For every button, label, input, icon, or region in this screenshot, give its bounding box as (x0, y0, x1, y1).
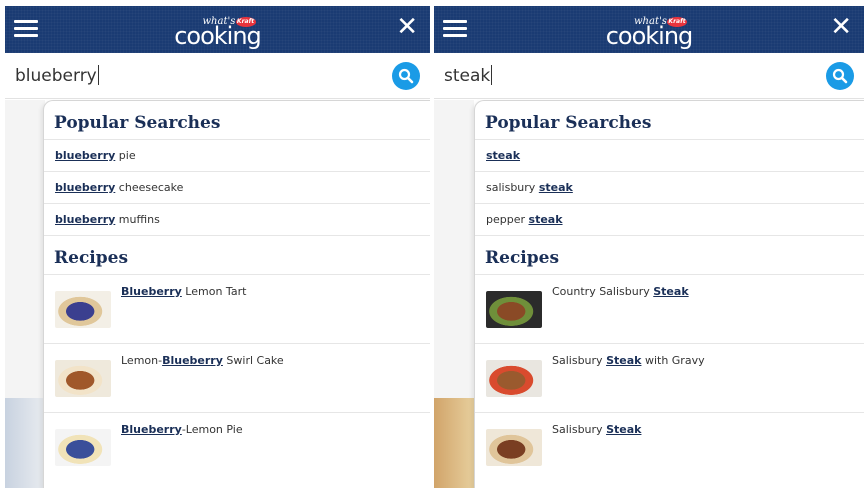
popular-searches-title: Popular Searches (54, 113, 221, 133)
popular-searches-title: Popular Searches (485, 113, 652, 133)
recipe-title[interactable]: Salisbury Steak with Gravy (552, 354, 705, 367)
text-after: Lemon Tart (181, 285, 247, 298)
highlight-match: Blueberry (162, 354, 223, 367)
text-after: muffins (115, 213, 160, 226)
text-before: Salisbury (552, 423, 607, 436)
site-header: what's Kraft cooking ✕ (434, 6, 864, 53)
highlight-match: steak (538, 181, 573, 194)
recipe-item[interactable]: Salisbury Steak (475, 412, 864, 481)
text-after: -Lemon Pie (181, 423, 243, 436)
recipe-item[interactable]: Blueberry-Lemon Pie (44, 412, 430, 481)
recipe-title[interactable]: Salisbury Steak (552, 423, 641, 436)
search-icon[interactable] (392, 62, 420, 90)
recipe-thumbnail[interactable] (486, 360, 542, 397)
logo-cooking: cooking (605, 22, 694, 50)
search-input[interactable]: blueberry (15, 65, 99, 86)
recipe-item[interactable]: Blueberry Lemon Tart (44, 274, 430, 343)
recipe-title[interactable]: Blueberry-Lemon Pie (121, 423, 243, 436)
whats-cooking-logo[interactable]: what's Kraft cooking (594, 14, 704, 48)
text-after: pie (115, 149, 136, 162)
recipe-item[interactable]: Salisbury Steak with Gravy (475, 343, 864, 412)
suggestion-item[interactable]: steak (475, 139, 864, 171)
recipe-list: Country Salisbury Steak Salisbury Steak w… (475, 274, 864, 481)
recipe-thumbnail[interactable] (55, 291, 111, 328)
whats-cooking-logo[interactable]: what's Kraft cooking (163, 14, 273, 48)
recipe-title[interactable]: Lemon-Blueberry Swirl Cake (121, 354, 284, 367)
site-header: what's Kraft cooking ✕ (5, 6, 430, 53)
background-photo (5, 398, 45, 488)
suggestion-item[interactable]: pepper steak (475, 203, 864, 235)
highlight-match: blueberry (55, 181, 116, 194)
recipe-title[interactable]: Blueberry Lemon Tart (121, 285, 246, 298)
highlight-match: blueberry (55, 213, 116, 226)
search-icon[interactable] (826, 62, 854, 90)
background-photo (434, 398, 474, 488)
recipe-thumbnail[interactable] (55, 360, 111, 397)
highlight-match: Steak (653, 285, 689, 298)
recipe-item[interactable]: Country Salisbury Steak (475, 274, 864, 343)
recipe-thumbnail[interactable] (486, 429, 542, 466)
text-after: cheesecake (115, 181, 184, 194)
text-before: Country Salisbury (552, 285, 654, 298)
hamburger-icon[interactable] (14, 20, 38, 38)
highlight-match: Steak (606, 354, 642, 367)
text-before: pepper (486, 213, 529, 226)
suggestion-item[interactable]: salisbury steak (475, 171, 864, 203)
recipe-list: Blueberry Lemon Tart Lemon-Blueberry Swir… (44, 274, 430, 481)
text-before: Lemon- (121, 354, 163, 367)
suggestion-item[interactable]: blueberry muffins (44, 203, 430, 235)
suggestion-list: blueberry pie blueberry cheesecake blueber… (44, 139, 430, 235)
highlight-match: Blueberry (121, 285, 182, 298)
text-after: Swirl Cake (222, 354, 284, 367)
hamburger-icon[interactable] (443, 20, 467, 38)
close-icon[interactable]: ✕ (830, 14, 852, 40)
highlight-match: steak (486, 149, 521, 162)
recipe-thumbnail[interactable] (486, 291, 542, 328)
panel-steak: what's Kraft cooking ✕ steak Popular Sea… (434, 0, 864, 488)
background-page (434, 100, 474, 398)
recipes-title: Recipes (475, 235, 864, 274)
search-bar: blueberry (5, 53, 430, 99)
suggestion-list: steak salisbury steak pepper steak (475, 139, 864, 235)
recipe-title[interactable]: Country Salisbury Steak (552, 285, 689, 298)
autocomplete-dropdown: Popular Searches steak salisbury steak pep… (474, 100, 864, 488)
autocomplete-dropdown: Popular Searches blueberry pie blueberry … (43, 100, 430, 488)
recipes-title: Recipes (44, 235, 430, 274)
suggestion-item[interactable]: blueberry pie (44, 139, 430, 171)
background-page (5, 100, 45, 398)
suggestion-item[interactable]: blueberry cheesecake (44, 171, 430, 203)
screens: what's Kraft cooking ✕ blueberry Popular… (0, 0, 864, 488)
text-after: with Gravy (641, 354, 705, 367)
search-query: steak (444, 66, 491, 86)
highlight-match: Blueberry (121, 423, 182, 436)
search-query: blueberry (15, 66, 97, 86)
panel-blueberry: what's Kraft cooking ✕ blueberry Popular… (5, 0, 430, 488)
text-before: salisbury (486, 181, 539, 194)
search-bar: steak (434, 53, 864, 99)
recipe-thumbnail[interactable] (55, 429, 111, 466)
highlight-match: blueberry (55, 149, 116, 162)
text-before: Salisbury (552, 354, 607, 367)
close-icon[interactable]: ✕ (396, 14, 418, 40)
recipe-item[interactable]: Lemon-Blueberry Swirl Cake (44, 343, 430, 412)
highlight-match: steak (528, 213, 563, 226)
logo-cooking: cooking (174, 22, 262, 50)
highlight-match: Steak (606, 423, 642, 436)
search-input[interactable]: steak (444, 65, 493, 86)
